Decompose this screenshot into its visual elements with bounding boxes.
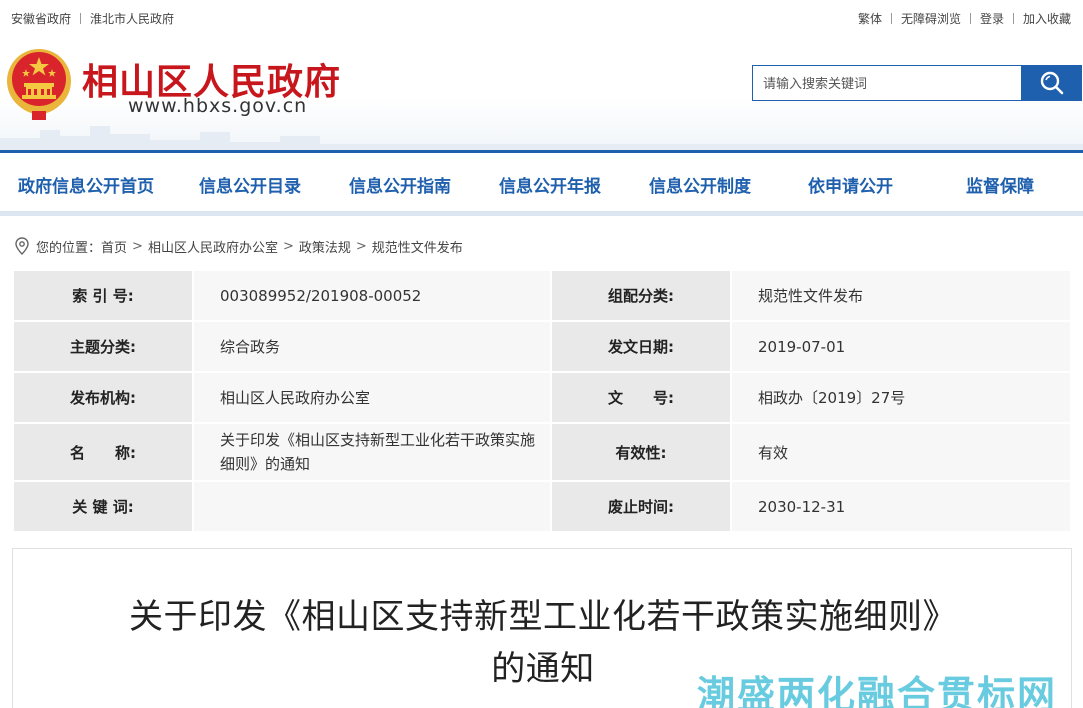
nav-item-annual-report[interactable]: 信息公开年报 [499,172,601,197]
link-add-favorite[interactable]: 加入收藏 [1023,10,1071,27]
nav-item-application[interactable]: 依申请公开 [808,172,893,197]
search-box [752,65,1082,101]
index-label: 索 引 号: [12,269,194,322]
date-label: 发文日期: [550,320,732,373]
breadcrumb-separator: > [355,238,367,254]
search-input[interactable] [752,65,1022,101]
nav-bottom-band [0,211,1083,216]
org-label: 发布机构: [12,371,194,424]
national-emblem-logo [7,49,71,120]
skyline-decoration [0,126,1083,150]
name-label: 名 称: [12,422,194,482]
table-row: 发布机构: 相山区人民政府办公室 文 号: 相政办〔2019〕27号 [12,371,1072,424]
link-anhui-gov[interactable]: 安徽省政府 [11,10,71,27]
top-left-links: 安徽省政府 淮北市人民政府 [11,10,174,27]
keywords-label: 关 键 词: [12,480,194,533]
docno-value: 相政办〔2019〕27号 [730,371,1072,424]
document-info-table: 索 引 号: 003089952/201908-00052 组配分类: 规范性文… [12,269,1072,533]
table-row: 主题分类: 综合政务 发文日期: 2019-07-01 [12,320,1072,373]
table-row: 索 引 号: 003089952/201908-00052 组配分类: 规范性文… [12,269,1072,322]
location-pin-icon [15,237,29,255]
org-value: 相山区人民政府办公室 [192,371,552,424]
top-utility-bar: 安徽省政府 淮北市人民政府 繁体 无障碍浏览 登录 加入收藏 [0,0,1083,34]
breadcrumb-office[interactable]: 相山区人民政府办公室 [148,237,278,256]
docno-label: 文 号: [550,371,732,424]
breadcrumb: 您的位置： 首页 > 相山区人民政府办公室 > 政策法规 > 规范性文件发布 [14,236,463,256]
site-url: www.hbxs.gov.cn [128,95,308,117]
name-value: 关于印发《相山区支持新型工业化若干政策实施细则》的通知 [192,422,552,482]
group-value: 规范性文件发布 [730,269,1072,322]
nav-item-system[interactable]: 信息公开制度 [649,172,751,197]
breadcrumb-separator: > [282,238,294,254]
main-nav: 政府信息公开首页 信息公开目录 信息公开指南 信息公开年报 信息公开制度 依申请… [0,153,1083,211]
topic-value: 综合政务 [192,320,552,373]
index-value: 003089952/201908-00052 [192,269,552,322]
divider [1012,13,1014,24]
keywords-value [192,480,552,533]
link-traditional-chinese[interactable]: 繁体 [858,10,882,27]
search-icon [1040,71,1063,95]
validity-label: 有效性: [550,422,732,482]
breadcrumb-prefix: 您的位置： [36,240,102,256]
breadcrumb-normative-docs[interactable]: 规范性文件发布 [372,237,463,256]
link-accessibility[interactable]: 无障碍浏览 [901,10,961,27]
nav-item-supervision[interactable]: 监督保障 [966,172,1034,197]
breadcrumb-home[interactable]: 首页 [101,237,127,256]
validity-value: 有效 [730,422,1072,482]
table-row: 关 键 词: 废止时间: 2030-12-31 [12,480,1072,533]
divider [890,13,892,24]
link-huaibei-gov[interactable]: 淮北市人民政府 [90,10,174,27]
topic-label: 主题分类: [12,320,194,373]
group-label: 组配分类: [550,269,732,322]
article-title-line-1: 关于印发《相山区支持新型工业化若干政策实施细则》 [129,597,957,637]
nav-item-catalog[interactable]: 信息公开目录 [199,172,301,197]
nav-item-open-home[interactable]: 政府信息公开首页 [18,172,154,197]
table-row: 名 称: 关于印发《相山区支持新型工业化若干政策实施细则》的通知 有效性: 有效 [12,422,1072,482]
nav-item-guide[interactable]: 信息公开指南 [349,172,451,197]
divider [80,13,82,24]
breadcrumb-policy[interactable]: 政策法规 [299,237,351,256]
breadcrumb-separator: > [132,238,143,254]
expire-value: 2030-12-31 [730,480,1072,533]
expire-label: 废止时间: [550,480,732,533]
watermark-text: 潮盛两化融合贯标网 [697,673,1058,708]
date-value: 2019-07-01 [730,320,1072,373]
link-login[interactable]: 登录 [980,10,1004,27]
search-button[interactable] [1021,65,1082,101]
site-header: 相山区人民政府 www.hbxs.gov.cn [0,34,1083,150]
top-right-links: 繁体 无障碍浏览 登录 加入收藏 [858,10,1071,27]
divider [969,13,971,24]
